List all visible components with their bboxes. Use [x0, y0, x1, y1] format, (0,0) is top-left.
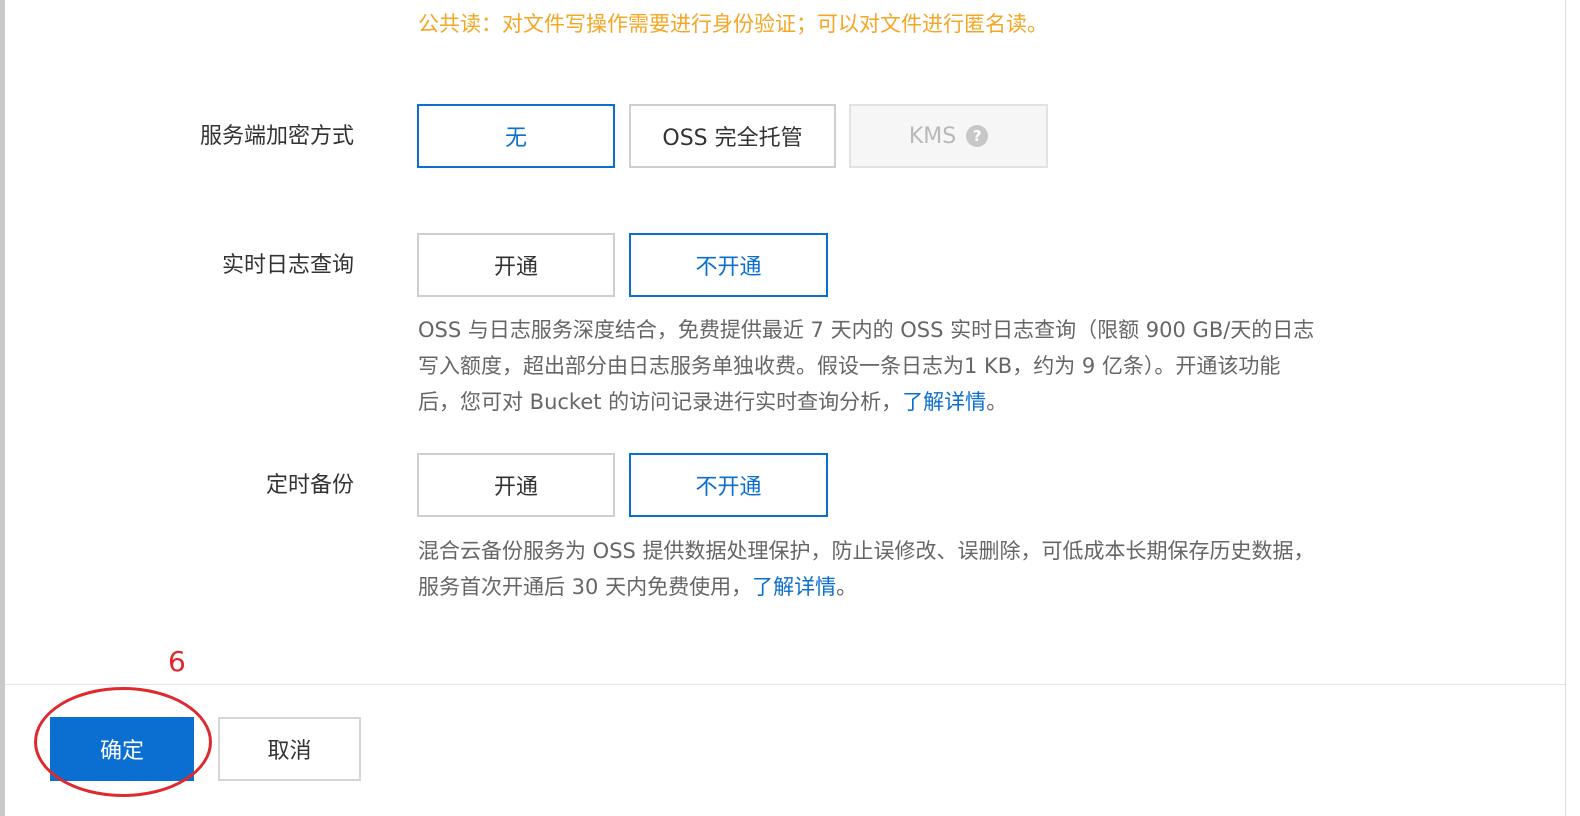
scheduled-backup-option-enable-label: 开通 [493, 475, 538, 500]
cancel-button-label: 取消 [267, 739, 312, 764]
scheduled-backup-label: 定时备份 [265, 473, 354, 498]
realtime-log-label: 实时日志查询 [221, 253, 354, 278]
realtime-log-desc-line-3-text: 后，您可对 Bucket 的访问记录进行实时查询分析， [418, 390, 903, 414]
encryption-option-oss-managed-label: OSS 完全托管 [662, 126, 803, 151]
scheduled-backup-option-disable[interactable]: 不开通 [629, 453, 828, 517]
footer-divider [5, 684, 1565, 685]
realtime-log-desc-line-1: OSS 与日志服务深度结合，免费提供最近 7 天内的 OSS 实时日志查询（限额… [418, 318, 1315, 342]
cancel-button[interactable]: 取消 [218, 717, 361, 781]
encryption-option-kms: KMS ? [849, 104, 1048, 168]
realtime-log-description: OSS 与日志服务深度结合，免费提供最近 7 天内的 OSS 实时日志查询（限额… [418, 312, 1314, 420]
scheduled-backup-description: 混合云备份服务为 OSS 提供数据处理保护，防止误修改、误删除，可低成本长期保存… [418, 533, 1315, 605]
encryption-option-kms-label: KMS [908, 123, 957, 149]
realtime-log-desc-line-3: 后，您可对 Bucket 的访问记录进行实时查询分析，了解详情。 [418, 384, 1314, 420]
scheduled-backup-learn-more-link[interactable]: 了解详情 [752, 575, 836, 599]
realtime-log-link-suffix: 。 [986, 390, 1008, 414]
encryption-option-none-label: 无 [504, 126, 527, 151]
encryption-option-oss-managed[interactable]: OSS 完全托管 [629, 104, 836, 168]
realtime-log-option-enable-label: 开通 [493, 255, 538, 280]
scheduled-backup-desc-line-2: 服务首次开通后 30 天内免费使用，了解详情。 [418, 569, 1315, 605]
public-read-warning: 公共读：对文件写操作需要进行身份验证；可以对文件进行匿名读。 [418, 12, 1048, 36]
scheduled-backup-link-suffix: 。 [836, 575, 858, 599]
scheduled-backup-desc-line-1: 混合云备份服务为 OSS 提供数据处理保护，防止误修改、误删除，可低成本长期保存… [418, 539, 1315, 563]
scheduled-backup-option-enable[interactable]: 开通 [417, 453, 615, 517]
realtime-log-learn-more-link[interactable]: 了解详情 [902, 390, 986, 414]
left-border [0, 0, 5, 816]
encryption-option-none[interactable]: 无 [417, 104, 615, 168]
confirm-button[interactable]: 确定 [50, 717, 194, 781]
scheduled-backup-desc-line-2-text: 服务首次开通后 30 天内免费使用， [418, 575, 753, 599]
realtime-log-desc-line-2: 写入额度，超出部分由日志服务单独收费。假设一条日志为1 KB，约为 9 亿条）。… [418, 354, 1281, 378]
realtime-log-option-enable[interactable]: 开通 [417, 233, 615, 297]
question-circle-icon[interactable]: ? [966, 125, 989, 147]
encryption-label: 服务端加密方式 [199, 124, 354, 149]
scheduled-backup-option-disable-label: 不开通 [695, 475, 762, 500]
right-border [1565, 0, 1566, 816]
realtime-log-option-disable[interactable]: 不开通 [629, 233, 828, 297]
confirm-button-label: 确定 [99, 739, 144, 764]
realtime-log-option-disable-label: 不开通 [695, 255, 762, 280]
annotation-step-number: 6 [168, 645, 186, 678]
